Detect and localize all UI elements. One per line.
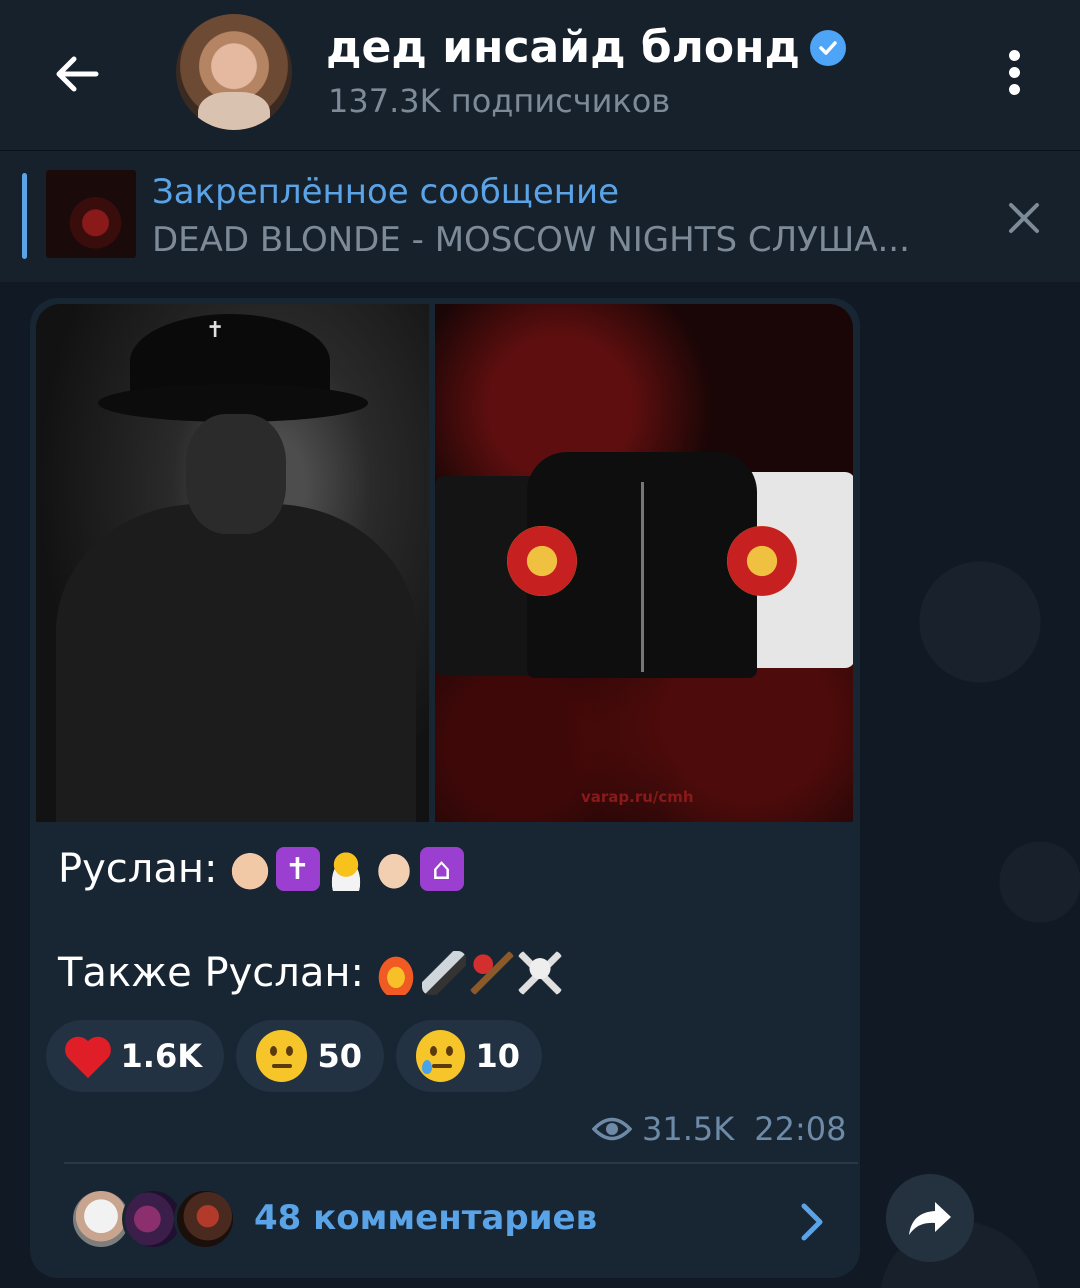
- pinned-text: DEAD BLONDE - MOSCOW NIGHTS СЛУША...: [152, 220, 910, 260]
- shirt-shape: [56, 504, 416, 822]
- verified-icon: [810, 29, 847, 66]
- dot-icon: [1008, 83, 1020, 95]
- back-button[interactable]: [40, 38, 112, 110]
- folded-hands-emoji-icon: [371, 847, 416, 891]
- message-line-1: Руслан: ✝ ⌂: [58, 846, 464, 892]
- knife-emoji-icon: [421, 951, 466, 995]
- channel-header: дед инсайд блонд 137.3K подписчиков: [0, 0, 1080, 150]
- message-time: 22:08: [754, 1110, 847, 1148]
- reaction-count: 10: [475, 1037, 520, 1075]
- subscriber-count: 137.3K подписчиков: [328, 82, 671, 120]
- reaction-heart[interactable]: 1.6K: [46, 1020, 224, 1092]
- photo-person[interactable]: ✝: [36, 304, 429, 822]
- pinned-thumbnail: [46, 170, 136, 258]
- channel-name: дед инсайд блонд: [326, 22, 801, 73]
- pinned-label: Закреплённое сообщение: [152, 172, 619, 212]
- commenter-avatar: [174, 1188, 236, 1250]
- channel-title[interactable]: дед инсайд блонд: [326, 22, 847, 73]
- cross-icon: ✝: [206, 318, 225, 343]
- message-line-2: Также Руслан:: [58, 950, 562, 996]
- close-icon: [1009, 203, 1039, 233]
- share-arrow-icon: [909, 1202, 951, 1235]
- dot-icon: [1008, 66, 1020, 78]
- more-menu-button[interactable]: [990, 44, 1038, 100]
- fire-emoji-icon: [373, 951, 418, 995]
- crying-face-icon: [416, 1030, 466, 1082]
- face-shape: [186, 414, 286, 534]
- chevron-right-icon: [801, 1203, 823, 1241]
- pinned-message-bar[interactable]: [0, 150, 1080, 282]
- skull-crossbones-emoji-icon: [517, 951, 562, 995]
- latin-cross-emoji-icon: ✝: [275, 847, 320, 891]
- line2-prefix: Также Руслан:: [58, 950, 364, 996]
- comments-button[interactable]: 48 комментариев: [64, 1172, 858, 1268]
- angel-baby-emoji-icon: [227, 847, 272, 891]
- line1-emoji-row: ✝ ⌂: [227, 847, 464, 891]
- channel-avatar[interactable]: [176, 14, 292, 130]
- reaction-crying[interactable]: 10: [396, 1020, 542, 1092]
- logo-icon: [727, 526, 797, 596]
- photo-merch[interactable]: varap.ru/cmh: [435, 304, 853, 822]
- watermark-text: varap.ru/cmh: [581, 788, 694, 806]
- share-button[interactable]: [886, 1174, 974, 1262]
- line2-emoji-row: [373, 951, 562, 995]
- dot-icon: [1008, 49, 1020, 61]
- reaction-thinking[interactable]: 50: [236, 1020, 384, 1092]
- arrow-left-icon: [56, 56, 99, 92]
- zipper-shape: [641, 482, 644, 672]
- comments-label: 48 комментариев: [254, 1198, 598, 1238]
- thinking-face-icon: [256, 1030, 308, 1082]
- view-count: 31.5K: [642, 1110, 735, 1148]
- close-pinned-button[interactable]: [996, 190, 1052, 246]
- hatching-chick-emoji-icon: [323, 847, 368, 891]
- eye-icon: [592, 1117, 632, 1141]
- logo-icon: [507, 526, 577, 596]
- axe-emoji-icon: [469, 951, 514, 995]
- reaction-count: 1.6K: [120, 1037, 202, 1075]
- comments-divider: [64, 1162, 858, 1164]
- line1-prefix: Руслан:: [58, 846, 218, 892]
- pinned-accent-line: [22, 173, 27, 259]
- reaction-count: 50: [317, 1037, 362, 1075]
- place-of-worship-emoji-icon: ⌂: [419, 847, 464, 891]
- heart-icon: [66, 1032, 111, 1080]
- message-meta: 31.5K 22:08: [592, 1110, 846, 1148]
